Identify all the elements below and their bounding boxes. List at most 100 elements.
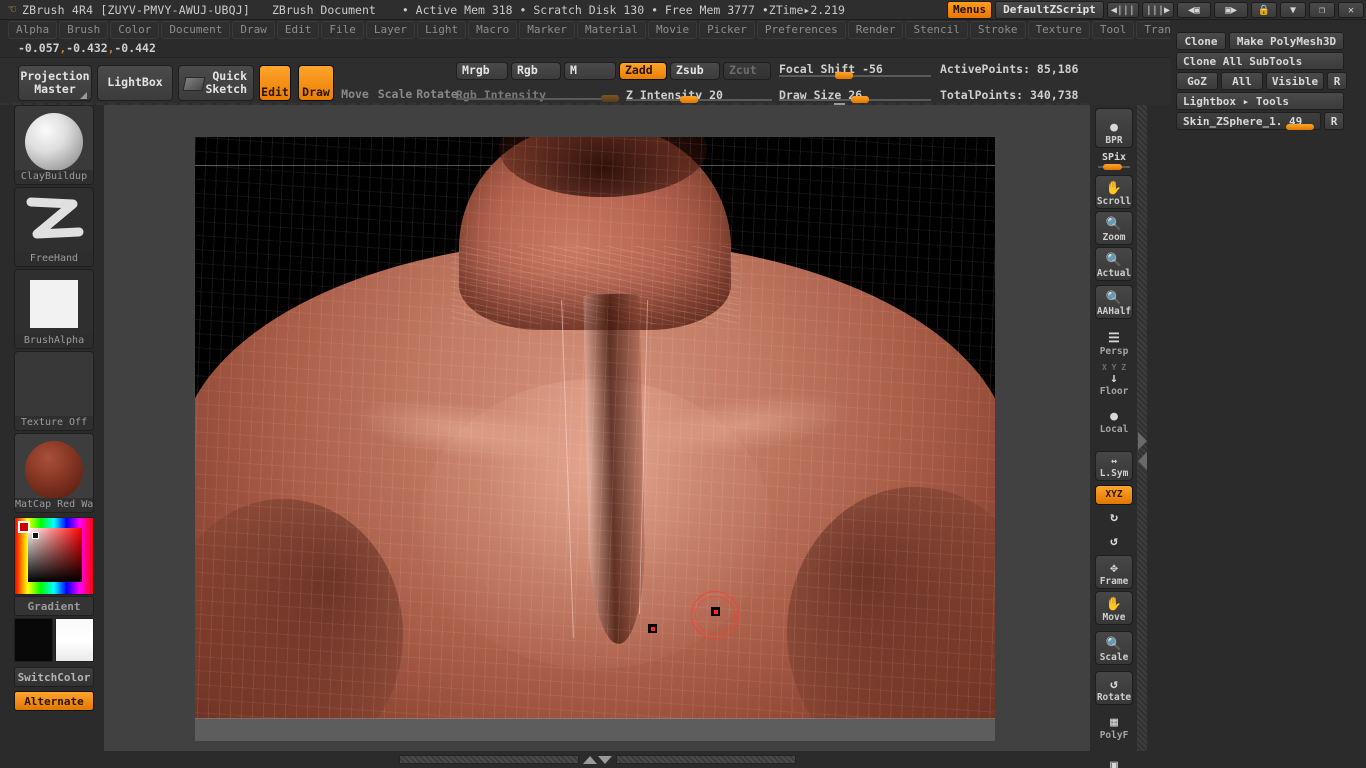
current-tool-slider-fill[interactable] xyxy=(1286,124,1314,130)
scale-gizmo-button[interactable]: 🔍 Scale xyxy=(1095,631,1133,665)
mrgb-button[interactable]: Mrgb xyxy=(456,62,508,80)
zcut-button[interactable]: Zcut xyxy=(723,62,771,80)
primary-color-swatch[interactable] xyxy=(14,618,53,662)
alpha-slot[interactable]: BrushAlpha xyxy=(14,269,94,349)
draw-button[interactable]: Draw xyxy=(298,65,334,101)
z-intensity-knob[interactable] xyxy=(680,96,698,103)
menu-item-light[interactable]: Light xyxy=(416,21,467,39)
menus-button[interactable]: Menus xyxy=(946,1,993,19)
panel-collapse-right-icon[interactable] xyxy=(1138,452,1147,470)
make-polymesh3d-button[interactable]: Make PolyMesh3D xyxy=(1229,32,1344,50)
menu-item-edit[interactable]: Edit xyxy=(276,21,320,39)
switch-color-button[interactable]: SwitchColor xyxy=(14,667,94,687)
menu-item-alpha[interactable]: Alpha xyxy=(8,21,58,39)
menu-item-picker[interactable]: Picker xyxy=(699,21,755,39)
canvas-vertical-scrollbar[interactable] xyxy=(1137,105,1147,751)
close-icon[interactable]: ✕ xyxy=(1338,2,1364,18)
menu-item-macro[interactable]: Macro xyxy=(468,21,518,39)
rgb-intensity-track[interactable] xyxy=(456,98,618,100)
m-button[interactable]: M xyxy=(564,62,616,80)
rotate-gizmo-button[interactable]: ↺ Rotate xyxy=(1095,671,1133,705)
menu-item-render[interactable]: Render xyxy=(847,21,904,39)
goz-all-button[interactable]: All xyxy=(1221,72,1263,90)
sculpt-model-skin-zsphere[interactable] xyxy=(195,137,995,741)
draw-size-knob[interactable] xyxy=(851,96,869,103)
zsub-button[interactable]: Zsub xyxy=(670,62,720,80)
frame-button[interactable]: ✥ Frame xyxy=(1095,555,1133,589)
local-button[interactable]: ● Local xyxy=(1095,405,1133,437)
focal-shift-track[interactable] xyxy=(779,75,931,77)
rotate-y-button[interactable]: ↻ xyxy=(1095,507,1133,529)
menu-item-preferences[interactable]: Preferences xyxy=(756,21,846,39)
aahalf-button[interactable]: 🔍 AAHalf xyxy=(1095,285,1133,319)
menu-item-document[interactable]: Document xyxy=(161,21,231,39)
canvas-zoom-arrows[interactable] xyxy=(582,755,612,764)
menu-item-material[interactable]: Material xyxy=(576,21,646,39)
lock-icon[interactable]: 🔒 xyxy=(1251,2,1277,18)
menu-item-texture[interactable]: Texture xyxy=(1027,21,1090,39)
edit-button[interactable]: Edit xyxy=(259,65,291,101)
menu-item-stroke[interactable]: Stroke xyxy=(969,21,1026,39)
hscroll-rail-left[interactable] xyxy=(398,755,579,764)
lightbox-tools-button[interactable]: Lightbox ▸ Tools xyxy=(1176,92,1344,110)
color-picker[interactable] xyxy=(14,517,94,595)
zscript-button[interactable]: DefaultZScript xyxy=(995,1,1104,19)
goz-button[interactable]: GoZ xyxy=(1176,72,1218,90)
menu-item-brush[interactable]: Brush xyxy=(59,21,109,39)
nav-next-icon[interactable]: |||▶ xyxy=(1141,2,1174,18)
color-picker-marker-primary[interactable] xyxy=(18,521,30,533)
menu-item-movie[interactable]: Movie xyxy=(647,21,698,39)
menu-item-draw[interactable]: Draw xyxy=(232,21,275,39)
projection-master-expand-icon[interactable] xyxy=(80,92,87,99)
menu-item-file[interactable]: File xyxy=(321,21,364,39)
move-button[interactable]: Move xyxy=(339,65,371,101)
current-tool-r-button[interactable]: R xyxy=(1324,112,1344,130)
restore-icon[interactable]: ❐ xyxy=(1309,2,1335,18)
rotate-z-button[interactable]: ↺ xyxy=(1095,531,1133,553)
floor-button[interactable]: ↓ Floor xyxy=(1095,371,1133,399)
menu-item-tool[interactable]: Tool xyxy=(1091,21,1135,39)
panel-collapse-left-icon[interactable] xyxy=(1138,432,1147,450)
clone-all-subtools-button[interactable]: Clone All SubTools xyxy=(1176,52,1344,70)
scroll-up-arrow-icon[interactable] xyxy=(582,755,597,764)
menu-item-color[interactable]: Color xyxy=(110,21,160,39)
menu-item-stencil[interactable]: Stencil xyxy=(905,21,968,39)
canvas-horizontal-scrollbar[interactable] xyxy=(104,751,1090,768)
move-gizmo-button[interactable]: ✋ Move xyxy=(1095,591,1133,625)
stroke-slot[interactable]: FreeHand xyxy=(14,187,94,267)
color-picker-marker-secondary[interactable] xyxy=(32,532,39,539)
alternate-button[interactable]: Alternate xyxy=(14,691,94,711)
canvas-area[interactable] xyxy=(104,105,1090,751)
rotate-button[interactable]: Rotate xyxy=(416,65,458,101)
secondary-color-swatch[interactable] xyxy=(55,618,94,662)
goz-r-button[interactable]: R xyxy=(1327,72,1347,90)
minimize-icon[interactable]: ▼ xyxy=(1280,2,1306,18)
clone-button[interactable]: Clone xyxy=(1176,32,1226,50)
window-prev-icon[interactable]: ◀▣ xyxy=(1177,2,1211,18)
polyf-button[interactable]: ▦ PolyF xyxy=(1095,711,1133,743)
zoom-button[interactable]: 🔍 Zoom xyxy=(1095,211,1133,245)
lightbox-button[interactable]: LightBox xyxy=(97,65,173,101)
material-slot[interactable]: MatCap Red Wa xyxy=(14,433,94,513)
scroll-button[interactable]: ✋ Scroll xyxy=(1095,175,1133,209)
actual-button[interactable]: 🔍 Actual xyxy=(1095,247,1133,281)
scale-button[interactable]: Scale xyxy=(378,65,413,101)
rgb-intensity-knob[interactable] xyxy=(601,95,619,102)
transp-button[interactable]: ▣ xyxy=(1095,747,1133,768)
gradient-button[interactable]: Gradient xyxy=(14,596,94,616)
menu-item-marker[interactable]: Marker xyxy=(519,21,575,39)
xyz-button[interactable]: XYZ xyxy=(1095,485,1133,505)
scroll-down-arrow-icon[interactable] xyxy=(597,755,612,764)
brush-slot[interactable]: ClayBuildup xyxy=(14,105,94,185)
lsym-button[interactable]: ↔ L.Sym xyxy=(1095,451,1133,481)
document-canvas[interactable] xyxy=(195,137,995,741)
focal-shift-knob[interactable] xyxy=(835,72,853,79)
texture-slot[interactable]: Texture Off xyxy=(14,351,94,431)
window-next-icon[interactable]: ▣▶ xyxy=(1214,2,1248,18)
zadd-button[interactable]: Zadd xyxy=(619,62,667,80)
hscroll-rail-right[interactable] xyxy=(615,755,796,764)
nav-prev-icon[interactable]: ◀||| xyxy=(1106,2,1139,18)
bpr-button[interactable]: ● BPR xyxy=(1095,108,1133,148)
z-intensity-track[interactable] xyxy=(626,99,772,101)
rgb-button[interactable]: Rgb xyxy=(511,62,561,80)
